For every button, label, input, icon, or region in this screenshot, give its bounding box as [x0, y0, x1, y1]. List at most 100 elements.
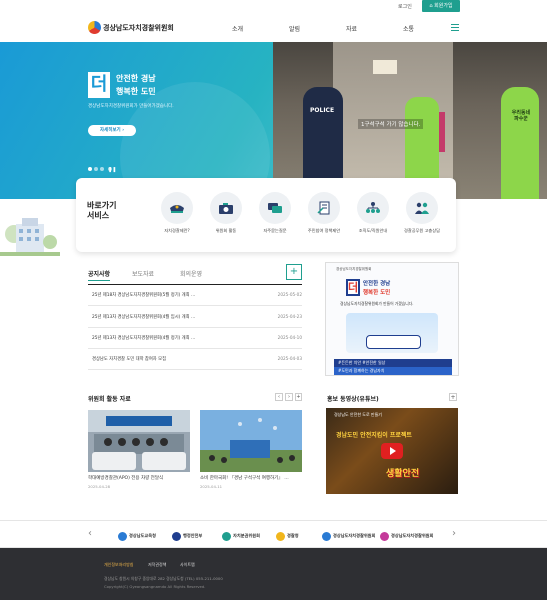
nav-item-communication[interactable]: 소통 [403, 24, 414, 33]
banner-label: 경상남도자치경찰위원회 [391, 533, 434, 538]
photo-vest-patrol: 우리동네 파수꾼 [511, 110, 531, 122]
activity-photo[interactable] [88, 410, 190, 472]
banner-logo-icon [172, 531, 181, 541]
footer-link-sitemap[interactable]: 사이트맵 [180, 562, 195, 568]
activity-title[interactable]: 학대예방경찰관(APO) 전용 차량 전달식 [88, 475, 190, 481]
quick-item-label: 경찰공무원 고충상담 [403, 228, 440, 233]
pause-icon[interactable]: ❚❚ [108, 167, 116, 173]
photo-sign [373, 60, 397, 74]
slide-dot[interactable] [94, 167, 98, 171]
activity-title[interactable]: 소비 한마국회! 『경남 구석구석 여행하기』 … [200, 475, 302, 481]
promo-poster[interactable]: 경상남도자치경찰위원회 더 안전한 경남 행복한 도민 경상남도자치경찰위원회가… [325, 262, 459, 376]
banner-logo-icon [118, 531, 127, 541]
notice-title[interactable]: 25년 제13차 경상남도자치경찰위원회(4월 정기) 개최 … [92, 335, 195, 341]
hero-subtitle: 경상남도자치경찰위원회가 만들어가겠습니다. [88, 104, 174, 109]
site-header: 경상남도자치경찰위원회 소개 알림 자료 소통 [0, 14, 547, 42]
tab-meetings[interactable]: 회의운영 [180, 269, 202, 278]
quick-item-counseling[interactable]: 경찰공무원 고충상담 [400, 192, 444, 234]
hamburger-menu-icon[interactable] [451, 24, 459, 31]
video-big-caption: 생활안전 [386, 469, 420, 479]
next-arrow-icon[interactable]: › [285, 393, 293, 401]
quick-item-label: 자치경찰제란? [164, 228, 190, 233]
chevron-right-icon[interactable]: › [452, 528, 456, 539]
join-button[interactable]: ⌂ 회원가입 [422, 0, 460, 12]
police-cap-icon [161, 192, 193, 224]
logo-icon[interactable] [88, 21, 101, 34]
chevron-left-icon[interactable]: ‹ [88, 528, 92, 539]
banner-item[interactable]: 자치분권위원회 [222, 530, 260, 542]
video-player[interactable]: 경상남도 안전한 도로 만들기 경남도민 안전지킴이 프로젝트 생활안전 [326, 408, 458, 494]
prev-arrow-icon[interactable]: ‹ [275, 393, 283, 401]
org-chart-icon [357, 192, 389, 224]
footer-link-copyright[interactable]: 저작권정책 [148, 562, 166, 568]
promo-top-text: 경상남도자치경찰위원회 [336, 267, 372, 271]
slide-dot[interactable] [100, 167, 104, 171]
banner-label: 경찰청 [287, 533, 299, 538]
divider [88, 284, 302, 285]
quick-item-label: 위원회 활동 [215, 228, 237, 233]
quick-item-autonomous-police[interactable]: 자치경찰제란? [155, 192, 199, 234]
quick-item-policy-proposal[interactable]: 주민참여 정책제안 [302, 192, 346, 234]
quick-services: 바로가기 서비스 자치경찰제란? 위원회 활동 자주묻는질문 주민참여 정책제안 … [0, 178, 547, 256]
quick-title-line1: 바로가기 [87, 201, 117, 210]
activities-section: 위원회 활동 자료 ‹ › + 학대예방경찰관(APO) 전용 차량 전달식 2… [88, 392, 302, 502]
banner-item[interactable]: 경찰청 [276, 530, 299, 542]
hero-title-line1: 안전한 경남 [116, 74, 156, 83]
notice-row[interactable]: 25년 제13차 경상남도자치경찰위원회(4월 임시) 개최 … 2025-04-… [88, 308, 302, 328]
activity-card[interactable]: 소비 한마국회! 『경남 구석구석 여행하기』 … 2025-04-11 [200, 410, 302, 489]
plus-icon[interactable]: + [295, 393, 302, 401]
hero-more-button[interactable]: 자세히보기 › [88, 125, 136, 136]
join-label: 회원가입 [434, 3, 453, 9]
quick-item-organization[interactable]: 조직도/직원안내 [351, 192, 395, 234]
photo-vest-police: POLICE [310, 107, 335, 114]
tab-notice[interactable]: 공지사항 [88, 269, 111, 281]
notice-date: 2025-04-03 [277, 356, 302, 361]
hero-banner: 더 안전한 경남 행복한 도민 경상남도자치경찰위원회가 만들어가겠습니다. 자… [0, 42, 547, 199]
promo-hashtags-1: #든든한 치안 #안전한 일상 [334, 359, 452, 367]
banner-logo-icon [222, 531, 231, 541]
login-link[interactable]: 로그인 [398, 3, 412, 10]
nav-item-data[interactable]: 자료 [346, 24, 357, 33]
notice-date: 2025-04-23 [277, 314, 302, 319]
related-sites-banner: ‹ 경상남도교육청 행정안전부 자치분권위원회 경찰청 경상남도자치경찰위원회 … [0, 520, 547, 548]
quick-item-label: 주민참여 정책제안 [307, 228, 341, 233]
notice-title[interactable]: 25년 제13차 경상남도자치경찰위원회(4월 임시) 개최 … [92, 314, 195, 320]
nav-item-notice[interactable]: 알림 [289, 24, 300, 33]
banner-item[interactable]: 행정안전부 [172, 530, 202, 542]
notice-more-button[interactable]: + [286, 264, 302, 280]
promo-big-letter: 더 [346, 279, 360, 296]
hero-more-label: 자세히보기 [99, 128, 121, 133]
banner-item[interactable]: 경상남도자치경찰위원회 [380, 530, 433, 542]
banner-item[interactable]: 경상남도교육청 [118, 530, 156, 542]
people-icon [406, 192, 438, 224]
quick-item-label: 자주묻는질문 [263, 228, 287, 233]
promo-title-line2: 행복한 도민 [363, 290, 391, 296]
footer-link-privacy[interactable]: 개인정보처리방침 [104, 562, 133, 568]
notice-board: 공지사항 보도자료 회의운영 + 25년 제18차 경상남도자치경찰위원회(5월… [88, 262, 302, 372]
video-heading: 홍보 동영상(유튜브) [327, 396, 379, 403]
quick-item-faq[interactable]: 자주묻는질문 [253, 192, 297, 234]
quick-item-activities[interactable]: 위원회 활동 [204, 192, 248, 234]
slide-dot[interactable] [88, 167, 92, 171]
quick-item-label: 조직도/직원안내 [358, 228, 388, 233]
notice-title[interactable]: 경상남도 자치경찰 도민 대학 참여자 모집 [92, 356, 166, 362]
tab-press[interactable]: 보도자료 [132, 269, 154, 278]
notice-row[interactable]: 25년 제18차 경상남도자치경찰위원회(5월 정기) 개최 … 2025-05-… [88, 286, 302, 306]
notice-row[interactable]: 25년 제13차 경상남도자치경찰위원회(4월 정기) 개최 … 2025-04-… [88, 329, 302, 349]
banner-logo-icon [322, 531, 331, 541]
site-logo[interactable]: 경상남도자치경찰위원회 [103, 23, 174, 33]
notice-date: 2025-04-10 [277, 335, 302, 340]
nav-item-intro[interactable]: 소개 [232, 24, 243, 33]
youtube-play-icon[interactable] [381, 443, 403, 459]
quick-services-title: 바로가기 서비스 [87, 201, 116, 221]
activity-card[interactable]: 학대예방경찰관(APO) 전용 차량 전달식 2025-04-28 [88, 410, 190, 489]
banner-item[interactable]: 경상남도자치경찰위원회 [322, 530, 375, 542]
notice-title[interactable]: 25년 제18차 경상남도자치경찰위원회(5월 정기) 개최 … [92, 292, 195, 298]
plus-icon: + [289, 266, 299, 277]
plus-icon[interactable]: + [449, 393, 457, 401]
activity-photo[interactable] [200, 410, 302, 472]
slide-indicator: ❚❚ [88, 156, 116, 175]
chat-icon [259, 192, 291, 224]
photo-caption: 1구석구석 가기 않습니다. [358, 119, 424, 129]
notice-row[interactable]: 경상남도 자치경찰 도민 대학 참여자 모집 2025-04-03 [88, 350, 302, 370]
